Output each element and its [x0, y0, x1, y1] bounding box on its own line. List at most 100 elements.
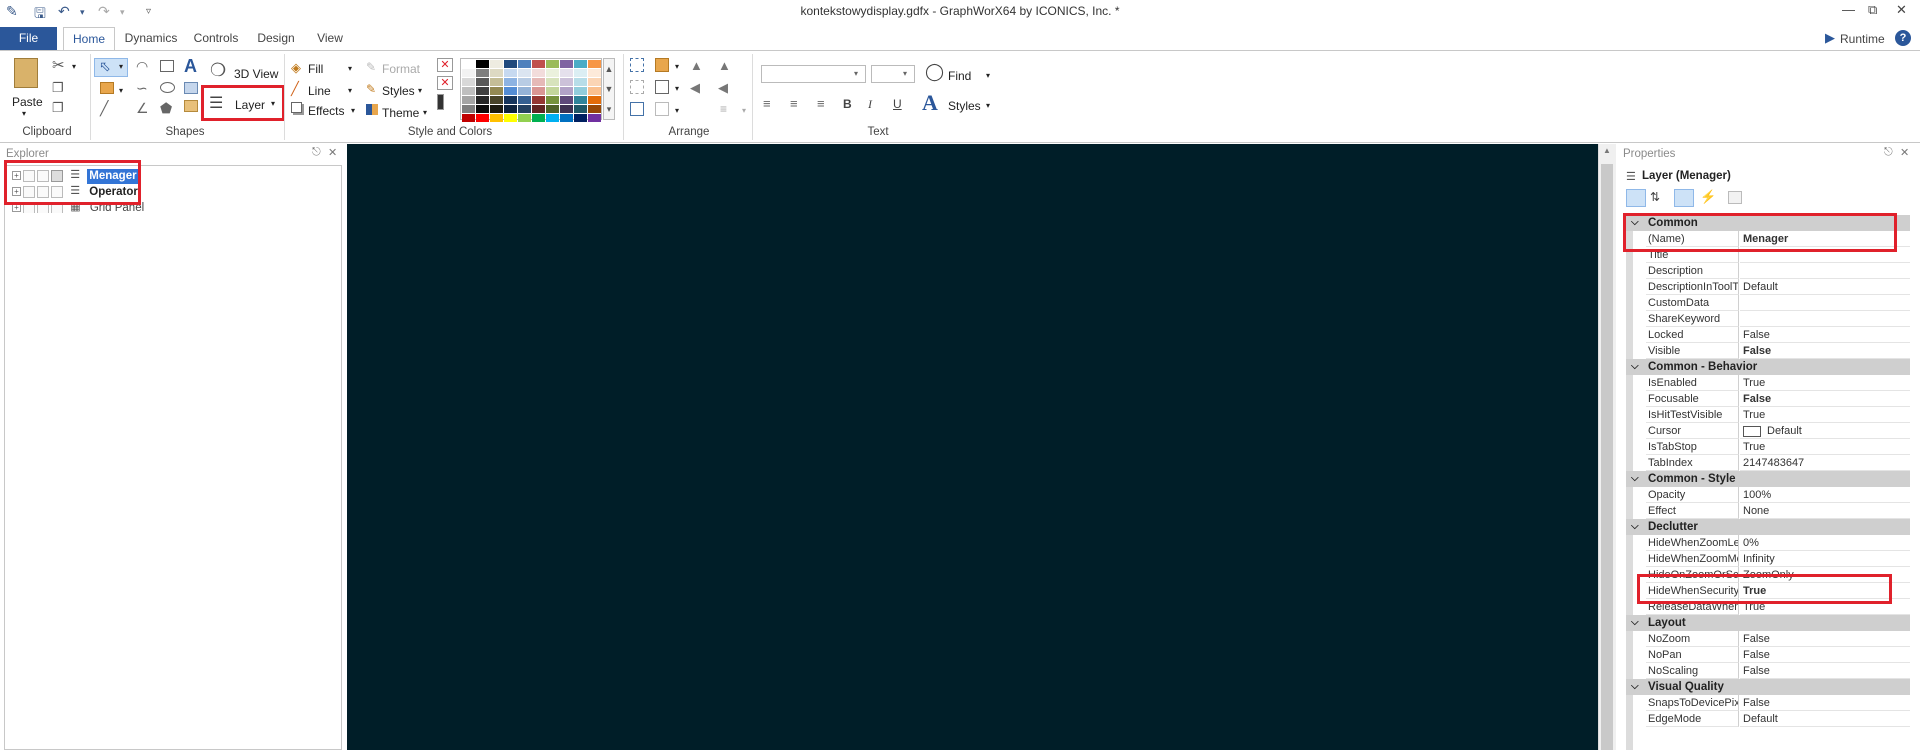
- property-value[interactable]: False: [1740, 631, 1910, 647]
- theme-icon[interactable]: [366, 104, 378, 115]
- color-swatch[interactable]: [462, 105, 475, 113]
- color-swatch[interactable]: [476, 105, 489, 113]
- runtime-icon[interactable]: ▶: [1825, 30, 1835, 46]
- color-swatch[interactable]: [588, 60, 601, 68]
- color-swatch[interactable]: [518, 105, 531, 113]
- property-value[interactable]: False: [1740, 695, 1910, 711]
- font-family-select[interactable]: [761, 65, 866, 83]
- color-swatch[interactable]: [490, 114, 503, 122]
- fill-icon[interactable]: ◈: [291, 60, 301, 76]
- cut-dropdown-icon[interactable]: ▾: [72, 62, 76, 71]
- size-icon[interactable]: [655, 102, 669, 116]
- color-swatch[interactable]: [546, 78, 559, 86]
- color-swatch[interactable]: [476, 78, 489, 86]
- property-category[interactable]: ⌵ Common - Style: [1626, 471, 1910, 487]
- color-swatch[interactable]: [462, 78, 475, 86]
- color-swatch[interactable]: [588, 114, 601, 122]
- restore-icon[interactable]: ⧉: [1868, 2, 1877, 18]
- line-tool-icon[interactable]: ╱: [100, 100, 108, 117]
- copy-icon[interactable]: ❐: [52, 80, 64, 96]
- symbol-tool-icon[interactable]: [184, 100, 198, 112]
- color-swatch[interactable]: [588, 96, 601, 104]
- property-row[interactable]: Focusable False: [1626, 391, 1910, 407]
- effects-button[interactable]: Effects: [308, 104, 344, 118]
- property-value[interactable]: True: [1740, 439, 1910, 455]
- color-swatch[interactable]: [546, 87, 559, 95]
- align-right-icon[interactable]: ≡: [817, 96, 825, 111]
- layer-dropdown-icon[interactable]: ▾: [271, 99, 275, 108]
- image-tool-icon[interactable]: [184, 82, 198, 94]
- property-category[interactable]: ⌵ Layout: [1626, 615, 1910, 631]
- color-swatch[interactable]: [518, 78, 531, 86]
- distribute-dropdown-icon[interactable]: ▾: [742, 106, 746, 115]
- property-row[interactable]: TabIndex 2147483647: [1626, 455, 1910, 471]
- color-swatch[interactable]: [490, 96, 503, 104]
- flip-vertical-icon[interactable]: ▲: [718, 58, 731, 73]
- fill-button[interactable]: Fill: [308, 62, 323, 76]
- rotate-left-icon[interactable]: ◀: [690, 80, 700, 96]
- close-panel-icon[interactable]: ✕: [1900, 146, 1909, 159]
- color-swatch[interactable]: [574, 69, 587, 77]
- no-color-icon[interactable]: ✕: [437, 58, 453, 72]
- color-swatch[interactable]: [462, 69, 475, 77]
- color-swatch[interactable]: [546, 96, 559, 104]
- arc-tool-icon[interactable]: ◠: [136, 58, 148, 75]
- collapse-icon[interactable]: ⌵: [1631, 615, 1639, 631]
- styles-button[interactable]: Styles: [382, 84, 415, 98]
- bold-button[interactable]: B: [843, 97, 852, 111]
- color-swatch[interactable]: [574, 96, 587, 104]
- property-row[interactable]: HideWhenZoomLessT0%: [1626, 535, 1910, 551]
- color-swatch[interactable]: [476, 69, 489, 77]
- theme-button[interactable]: Theme: [382, 106, 419, 120]
- font-family-dropdown-icon[interactable]: ▾: [854, 69, 858, 78]
- color-swatch[interactable]: [504, 114, 517, 122]
- text-styles-dropdown-icon[interactable]: ▾: [986, 101, 990, 110]
- fill-dropdown-icon[interactable]: ▾: [348, 64, 352, 73]
- property-value[interactable]: False: [1740, 647, 1910, 663]
- color-swatch[interactable]: [532, 114, 545, 122]
- color-swatch[interactable]: [560, 96, 573, 104]
- color-swatch[interactable]: [462, 87, 475, 95]
- color-swatch[interactable]: [574, 60, 587, 68]
- scrollbar-thumb[interactable]: [1601, 164, 1613, 750]
- color-swatch[interactable]: [560, 87, 573, 95]
- color-swatch[interactable]: [588, 87, 601, 95]
- property-row[interactable]: NoPan False: [1626, 647, 1910, 663]
- design-canvas[interactable]: [347, 144, 1598, 750]
- property-value[interactable]: [1740, 311, 1910, 327]
- color-swatch[interactable]: [476, 96, 489, 104]
- color-swatch[interactable]: [560, 78, 573, 86]
- property-row[interactable]: IsHitTestVisible True: [1626, 407, 1910, 423]
- property-value[interactable]: 0%: [1740, 535, 1910, 551]
- paste-dropdown-icon[interactable]: ▾: [22, 109, 26, 118]
- paste-icon[interactable]: [14, 58, 38, 88]
- find-dropdown-icon[interactable]: ▾: [986, 71, 990, 80]
- color-swatch[interactable]: [518, 87, 531, 95]
- underline-button[interactable]: U: [893, 97, 902, 111]
- tab-controls[interactable]: Controls: [188, 27, 244, 50]
- tab-home[interactable]: Home: [63, 27, 115, 50]
- format-painter-icon[interactable]: ✎: [366, 60, 376, 74]
- property-category[interactable]: ⌵ Declutter: [1626, 519, 1910, 535]
- property-pages-icon[interactable]: [1728, 191, 1742, 204]
- line-dropdown-icon[interactable]: ▾: [348, 86, 352, 95]
- alphabetical-view-icon[interactable]: ⇅: [1650, 190, 1660, 204]
- property-row[interactable]: Opacity 100%: [1626, 487, 1910, 503]
- color-swatch[interactable]: [504, 87, 517, 95]
- eyedropper-icon[interactable]: [437, 94, 444, 110]
- color-swatch[interactable]: [532, 60, 545, 68]
- properties-view-icon[interactable]: [1674, 189, 1694, 207]
- property-row[interactable]: Visible False: [1626, 343, 1910, 359]
- find-button[interactable]: Find: [948, 69, 971, 83]
- tab-file[interactable]: File: [0, 27, 57, 50]
- color-swatch[interactable]: [532, 105, 545, 113]
- color-swatch[interactable]: [518, 96, 531, 104]
- polygon-tool-icon[interactable]: ⬟: [160, 100, 172, 117]
- color-swatch[interactable]: [476, 114, 489, 122]
- font-size-dropdown-icon[interactable]: ▾: [903, 69, 907, 78]
- collapse-icon[interactable]: ⌵: [1631, 679, 1639, 695]
- property-value[interactable]: False: [1740, 391, 1910, 407]
- effects-dropdown-icon[interactable]: ▾: [351, 106, 355, 115]
- send-backward-dropdown-icon[interactable]: ▾: [675, 84, 679, 93]
- property-value[interactable]: False: [1740, 327, 1910, 343]
